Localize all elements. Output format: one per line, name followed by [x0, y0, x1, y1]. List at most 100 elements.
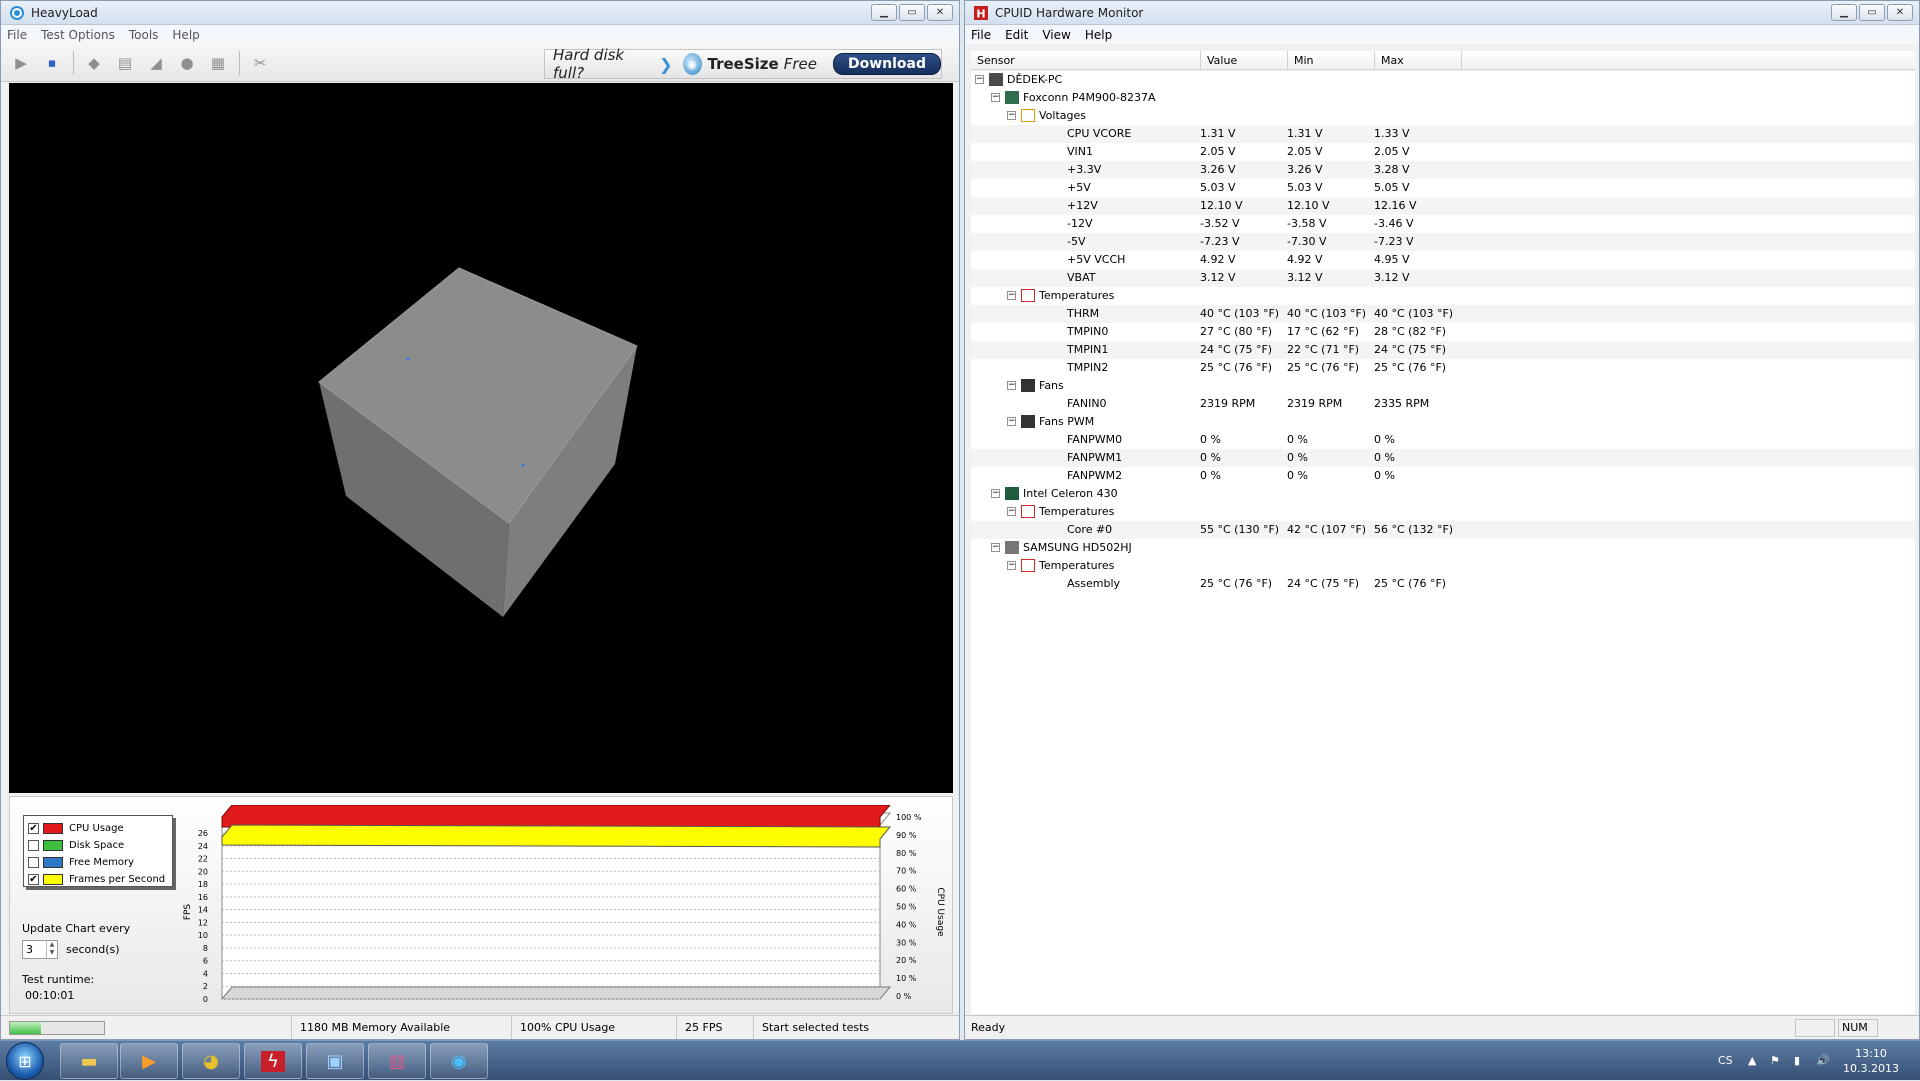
volume-icon[interactable]: 🔊 — [1816, 1041, 1830, 1081]
tree-collapse-toggle[interactable]: − — [1007, 291, 1016, 300]
sensor-group-row[interactable]: − Temperatures — [971, 287, 1915, 305]
menu-help[interactable]: Help — [172, 28, 199, 42]
legend-item[interactable]: Disk Space — [28, 837, 172, 854]
taskbar-heavyload[interactable]: ◉ — [430, 1043, 488, 1079]
options-button[interactable]: ▦ — [206, 51, 230, 75]
sensor-group-row[interactable]: − DĚDEK-PC — [971, 71, 1915, 89]
memory-test-button[interactable]: ◢ — [144, 51, 168, 75]
tree-collapse-toggle[interactable]: − — [1007, 111, 1016, 120]
clock[interactable]: 13:10 10.3.2013 — [1838, 1046, 1904, 1076]
show-hidden-icons-icon[interactable]: ▲ — [1748, 1041, 1756, 1081]
sensor-group-row[interactable]: − SAMSUNG HD502HJ — [971, 539, 1915, 557]
fps-tick-label: 16 — [198, 893, 208, 902]
menu-edit[interactable]: Edit — [1005, 28, 1028, 42]
language-indicator[interactable]: CS — [1718, 1041, 1733, 1081]
sensor-row[interactable]: +5V 5.03 V 5.03 V 5.05 V — [971, 179, 1915, 197]
sensor-min: 40 °C (103 °F) — [1287, 307, 1367, 320]
sensor-group-row[interactable]: − Intel Celeron 430 — [971, 485, 1915, 503]
sensor-row[interactable]: +5V VCCH 4.92 V 4.92 V 4.95 V — [971, 251, 1915, 269]
stop-test-button[interactable]: ⏹ — [40, 51, 64, 75]
treesize-ad-banner[interactable]: Hard disk full? ❯ ◉ TreeSize Free Downlo… — [544, 46, 942, 82]
tree-collapse-toggle[interactable]: − — [1007, 561, 1016, 570]
sensor-row[interactable]: VIN1 2.05 V 2.05 V 2.05 V — [971, 143, 1915, 161]
sensor-group-row[interactable]: − Fans — [971, 377, 1915, 395]
network-icon[interactable]: ⚑ — [1770, 1041, 1780, 1081]
test-progress-bar — [9, 1021, 105, 1035]
close-button[interactable]: ✕ — [1887, 4, 1913, 21]
hwmonitor-titlebar[interactable]: H CPUID Hardware Monitor ▁ ▭ ✕ — [965, 1, 1919, 25]
heavyload-statusbar: 1180 MB Memory Available 100% CPU Usage … — [1, 1015, 959, 1039]
taskbar-control-panel[interactable]: ▣ — [306, 1043, 364, 1079]
stepper-arrows[interactable]: ▲ ▼ — [46, 941, 57, 958]
taskbar-explorer[interactable]: ▬ — [60, 1043, 118, 1079]
minimize-button[interactable]: ▁ — [871, 4, 897, 21]
minimize-button[interactable]: ▁ — [1831, 4, 1857, 21]
menu-tools[interactable]: Tools — [129, 28, 159, 42]
column-max[interactable]: Max — [1375, 51, 1462, 69]
sensor-row[interactable]: CPU VCORE 1.31 V 1.31 V 1.33 V — [971, 125, 1915, 143]
sensor-group-row[interactable]: − Foxconn P4M900-8237A — [971, 89, 1915, 107]
start-button[interactable]: ⊞ — [6, 1042, 44, 1080]
tree-collapse-toggle[interactable]: − — [1007, 507, 1016, 516]
sensor-group-row[interactable]: − Temperatures — [971, 503, 1915, 521]
start-test-button[interactable]: ▶ — [9, 51, 33, 75]
sensor-group-row[interactable]: − Fans PWM — [971, 413, 1915, 431]
sensor-row[interactable]: Assembly 25 °C (76 °F) 24 °C (75 °F) 25 °C … — [971, 575, 1915, 593]
action-center-icon[interactable]: ▮ — [1794, 1041, 1800, 1081]
menu-file[interactable]: File — [971, 28, 991, 42]
sensor-row[interactable]: FANIN0 2319 RPM 2319 RPM 2335 RPM — [971, 395, 1915, 413]
tree-collapse-toggle[interactable]: − — [1007, 417, 1016, 426]
taskbar-chrome[interactable]: ◕ — [182, 1043, 240, 1079]
sensor-row[interactable]: TMPIN0 27 °C (80 °F) 17 °C (62 °F) 28 °C (8… — [971, 323, 1915, 341]
sensor-row[interactable]: TMPIN2 25 °C (76 °F) 25 °C (76 °F) 25 °C (7… — [971, 359, 1915, 377]
menu-file[interactable]: File — [7, 28, 27, 42]
column-value[interactable]: Value — [1201, 51, 1288, 69]
legend-checkbox[interactable] — [28, 840, 39, 851]
taskbar-winrar[interactable]: ▥ — [368, 1043, 426, 1079]
menu-view[interactable]: View — [1042, 28, 1070, 42]
sensor-max: 40 °C (103 °F) — [1374, 307, 1454, 320]
taskbar-media-player[interactable]: ▶ — [120, 1043, 178, 1079]
sensor-group-row[interactable]: − Voltages — [971, 107, 1915, 125]
sensor-row[interactable]: FANPWM2 0 % 0 % 0 % — [971, 467, 1915, 485]
gpu-test-button[interactable]: ● — [175, 51, 199, 75]
tree-collapse-toggle[interactable]: − — [1007, 381, 1016, 390]
sensor-row[interactable]: THRM 40 °C (103 °F) 40 °C (103 °F) 40 °C (1… — [971, 305, 1915, 323]
column-sensor[interactable]: Sensor — [971, 51, 1201, 69]
sensor-row[interactable]: FANPWM0 0 % 0 % 0 % — [971, 431, 1915, 449]
cpu-test-button[interactable]: ◆ — [82, 51, 106, 75]
sensor-row[interactable]: +3.3V 3.26 V 3.26 V 3.28 V — [971, 161, 1915, 179]
sensor-row[interactable]: +12V 12.10 V 12.10 V 12.16 V — [971, 197, 1915, 215]
maximize-button[interactable]: ▭ — [899, 4, 925, 21]
tree-collapse-toggle[interactable]: − — [991, 489, 1000, 498]
menu-help[interactable]: Help — [1085, 28, 1112, 42]
legend-item[interactable]: ✔ CPU Usage — [28, 820, 172, 837]
disk-test-button[interactable]: ▤ — [113, 51, 137, 75]
legend-item[interactable]: Free Memory — [28, 854, 172, 871]
close-button[interactable]: ✕ — [927, 4, 953, 21]
taskbar-flash[interactable]: ϟ — [244, 1043, 302, 1079]
sensor-row[interactable]: -12V -3.52 V -3.58 V -3.46 V — [971, 215, 1915, 233]
tree-collapse-toggle[interactable]: − — [991, 93, 1000, 102]
sensor-row[interactable]: VBAT 3.12 V 3.12 V 3.12 V — [971, 269, 1915, 287]
tools-button[interactable]: ✂ — [248, 51, 272, 75]
sensor-row[interactable]: TMPIN1 24 °C (75 °F) 22 °C (71 °F) 24 °C (7… — [971, 341, 1915, 359]
download-button[interactable]: Download — [832, 53, 941, 75]
heavyload-titlebar[interactable]: HeavyLoad ▁ ▭ ✕ — [1, 1, 959, 25]
sensor-row[interactable]: FANPWM1 0 % 0 % 0 % — [971, 449, 1915, 467]
gpu-icon: ● — [180, 53, 194, 72]
sensor-row[interactable]: -5V -7.23 V -7.30 V -7.23 V — [971, 233, 1915, 251]
legend-checkbox[interactable]: ✔ — [28, 874, 39, 885]
menu-test-options[interactable]: Test Options — [41, 28, 115, 42]
tree-collapse-toggle[interactable]: − — [975, 75, 984, 84]
column-min[interactable]: Min — [1288, 51, 1375, 69]
legend-checkbox[interactable]: ✔ — [28, 823, 39, 834]
maximize-button[interactable]: ▭ — [1859, 4, 1885, 21]
legend-checkbox[interactable] — [28, 857, 39, 868]
sensor-row[interactable]: Core #0 55 °C (130 °F) 42 °C (107 °F) 56 °C… — [971, 521, 1915, 539]
tree-collapse-toggle[interactable]: − — [991, 543, 1000, 552]
update-interval-stepper[interactable]: 3 ▲ ▼ — [22, 940, 58, 959]
legend-item[interactable]: ✔ Frames per Second — [28, 871, 172, 888]
sensor-tree[interactable]: − DĚDEK-PC − Foxconn P4M900-8237A − Voltages C… — [971, 71, 1915, 1014]
sensor-group-row[interactable]: − Temperatures — [971, 557, 1915, 575]
